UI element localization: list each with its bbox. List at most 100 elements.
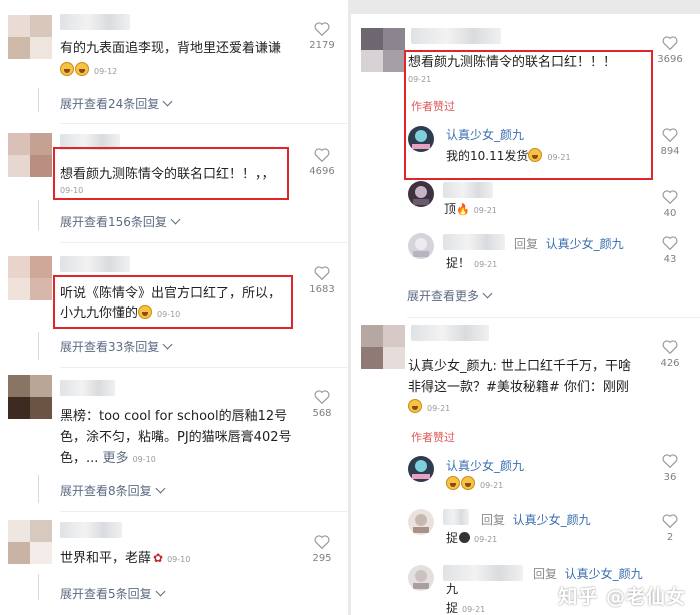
right-comment-panel: 想看颜九测陈情令的联名口红！！！ 09-21 3696 作者赞过 认真少女_颜九… — [351, 14, 700, 615]
like-button[interactable]: 2179 — [302, 22, 342, 51]
like-count: 2179 — [309, 40, 335, 51]
comment-time: 09-10 — [167, 555, 191, 564]
username-blurred[interactable] — [443, 182, 493, 198]
author-reply-text: 09-21 — [446, 476, 503, 491]
comment-emojis: 09-12 — [60, 62, 117, 78]
avatar[interactable] — [408, 509, 434, 535]
laugh-emoji-icon — [528, 148, 543, 162]
like-button[interactable]: 1683 — [302, 266, 342, 295]
avatar[interactable] — [8, 375, 52, 419]
username-blurred[interactable] — [60, 14, 130, 30]
avatar[interactable] — [8, 256, 52, 300]
chevron-down-icon — [155, 483, 166, 494]
like-button[interactable]: 2 — [650, 514, 690, 543]
avatar[interactable] — [408, 565, 434, 591]
like-button[interactable]: 295 — [302, 535, 342, 564]
like-count: 2 — [666, 532, 674, 543]
reply-thread-line — [38, 200, 39, 230]
comment-text: 小九九你懂的 09-10 — [60, 305, 181, 321]
heart-icon — [662, 36, 678, 50]
divider — [60, 511, 348, 512]
like-button[interactable]: 426 — [650, 340, 690, 369]
reply-text: 顶🔥 09-21 — [444, 202, 497, 216]
avatar[interactable] — [408, 233, 434, 259]
avatar[interactable] — [361, 325, 405, 369]
chevron-down-icon — [482, 288, 493, 299]
reply-to-link[interactable]: 认真少女_颜九 — [546, 237, 624, 251]
like-button[interactable]: 568 — [302, 390, 342, 419]
comment-text: 色，... 更多 09-10 — [60, 451, 156, 466]
reply-thread-line — [38, 332, 39, 360]
like-button[interactable]: 4696 — [302, 148, 342, 177]
heart-icon — [314, 390, 330, 404]
expand-replies-link[interactable]: 展开查看156条回复 — [60, 213, 181, 230]
like-count: 36 — [663, 472, 677, 483]
avatar[interactable] — [8, 15, 52, 59]
username-blurred[interactable] — [60, 256, 130, 272]
heart-icon — [662, 514, 678, 528]
like-count: 4696 — [309, 166, 335, 177]
smile-emoji-icon — [138, 305, 153, 319]
like-button[interactable]: 36 — [650, 454, 690, 483]
like-count: 568 — [312, 408, 332, 419]
avatar[interactable] — [8, 520, 52, 564]
laugh-emoji-icon — [408, 399, 422, 413]
author-avatar[interactable] — [408, 456, 434, 482]
dark-emoji-icon — [459, 532, 471, 543]
username-blurred[interactable] — [411, 28, 501, 44]
comment-text: 色，涂不匀，粘嘴。PJ的猫咪唇膏402号 — [60, 430, 292, 445]
author-reply-text: 我的10.11发货 09-21 — [446, 148, 571, 163]
username-blurred[interactable] — [443, 234, 505, 250]
author-avatar[interactable] — [408, 126, 434, 152]
reply-text: 九 — [446, 582, 459, 596]
like-count: 40 — [663, 208, 677, 219]
expand-replies-link[interactable]: 展开查看24条回复 — [60, 95, 173, 112]
author-name[interactable]: 认真少女_颜九 — [446, 457, 524, 474]
comment-text: 非得这一款？#美妆秘籍# 你们：刚刚 — [408, 380, 629, 395]
avatar[interactable] — [8, 133, 52, 177]
expand-replies-link[interactable]: 展开查看5条回复 — [60, 585, 166, 602]
reply-text: 捉 09-21 — [446, 531, 498, 545]
comment-time: 09-21 — [408, 75, 432, 84]
laugh-emoji-icon — [60, 62, 74, 76]
reply-to-link[interactable]: 认真少女_颜九 — [565, 567, 643, 581]
comment-text: 认真少女_颜九: 世上口红千千万，干啥 — [408, 359, 632, 374]
heart-icon — [314, 22, 330, 36]
reply-header: 回复 认真少女_颜九 — [533, 567, 643, 581]
username-blurred[interactable] — [443, 509, 469, 525]
laugh-emoji-icon — [461, 476, 475, 490]
laugh-emoji-icon — [446, 476, 460, 490]
avatar[interactable] — [408, 181, 434, 207]
heart-icon — [314, 535, 330, 549]
expand-replies-link[interactable]: 展开查看33条回复 — [60, 338, 173, 355]
like-button[interactable]: 3696 — [650, 36, 690, 65]
expand-more-link[interactable]: 展开查看更多 — [407, 287, 493, 304]
like-button[interactable]: 43 — [650, 236, 690, 265]
like-button[interactable]: 894 — [650, 128, 690, 157]
username-blurred[interactable] — [60, 522, 122, 538]
username-blurred[interactable] — [60, 380, 115, 396]
author-name[interactable]: 认真少女_颜九 — [446, 126, 524, 143]
username-blurred[interactable] — [60, 134, 120, 150]
avatar[interactable] — [361, 28, 405, 72]
reply-text: 捉！ 09-21 — [446, 256, 498, 270]
comment-text: 听说《陈情令》出官方口红了，所以， — [60, 286, 282, 301]
zhihu-watermark: 知乎 @老仙女 — [558, 586, 686, 608]
heart-icon — [662, 236, 678, 250]
like-button[interactable]: 40 — [650, 190, 690, 219]
username-blurred[interactable] — [411, 325, 489, 341]
comment-time: 09-10 — [132, 455, 156, 464]
reply-thread-line — [38, 475, 39, 503]
reply-to-link[interactable]: 认真少女_颜九 — [513, 513, 591, 527]
like-count: 1683 — [309, 284, 335, 295]
expand-replies-link[interactable]: 展开查看8条回复 — [60, 482, 166, 499]
comment-time: 09-12 — [94, 67, 118, 76]
more-link[interactable]: 更多 — [103, 451, 129, 466]
reply-thread-line — [38, 88, 39, 112]
reply-text: 捉 09-21 — [446, 601, 486, 615]
chevron-down-icon — [155, 586, 166, 597]
laugh-emoji-icon — [75, 62, 89, 76]
like-count: 295 — [312, 553, 332, 564]
heart-icon — [662, 454, 678, 468]
chevron-down-icon — [170, 214, 181, 225]
